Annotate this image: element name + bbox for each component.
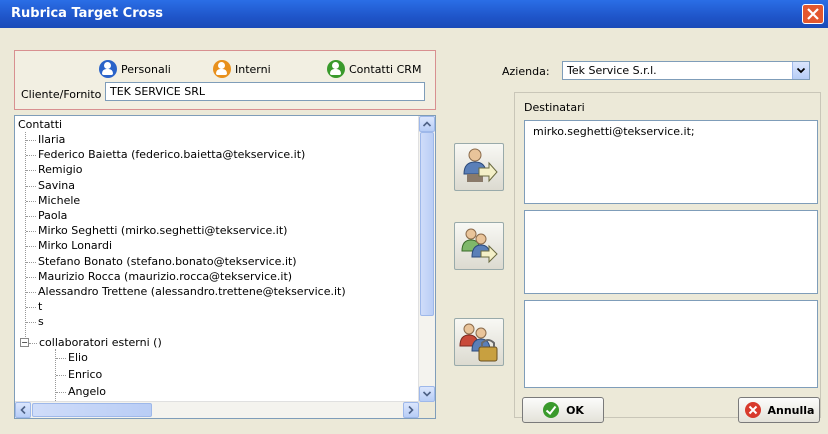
tree-line: [26, 246, 36, 248]
tree-line: [26, 155, 36, 157]
tree-item[interactable]: Remigio: [38, 162, 82, 177]
scroll-corner: [419, 402, 435, 418]
cancel-label: Annulla: [767, 403, 815, 417]
scroll-down-button[interactable]: [419, 386, 435, 402]
tree-line: [26, 200, 36, 202]
people-lock-icon: [459, 323, 498, 362]
vertical-scrollbar[interactable]: [418, 116, 435, 402]
person-icon: [213, 60, 231, 78]
tree-root[interactable]: Contatti: [18, 117, 62, 132]
tree-item[interactable]: Michele: [38, 193, 80, 208]
contacts-tree[interactable]: Contatti Ilaria Federico Baietta (federic…: [14, 115, 436, 419]
tree-line: [56, 358, 66, 359]
person-icon: [327, 60, 345, 78]
cancel-button[interactable]: Annulla: [738, 397, 820, 423]
tree-child-item[interactable]: Elio: [68, 350, 88, 365]
tree-line: [56, 392, 66, 393]
tree-line: [26, 185, 36, 187]
horizontal-scrollbar[interactable]: [15, 401, 419, 418]
ok-button[interactable]: OK: [522, 397, 604, 423]
azienda-label: Azienda:: [502, 65, 550, 78]
tree-line: [26, 231, 36, 233]
recipients-label: Destinatari: [524, 101, 585, 114]
ok-label: OK: [566, 403, 584, 417]
chevron-left-icon: [20, 405, 26, 415]
tab-contatti-crm[interactable]: Contatti CRM: [327, 60, 421, 78]
tree-item[interactable]: Mirko Lonardi: [38, 238, 112, 253]
tree-line: [26, 261, 36, 263]
chevron-down-icon: [422, 391, 432, 397]
dropdown-button[interactable]: [792, 62, 809, 79]
tab-interni[interactable]: Interni: [213, 60, 271, 78]
chevron-up-icon: [422, 121, 432, 127]
title-bar: Rubrica Target Cross: [0, 0, 828, 28]
hscroll-thumb[interactable]: [32, 403, 152, 417]
tree-item[interactable]: Ilaria: [38, 132, 65, 147]
add-to-button[interactable]: [454, 143, 504, 191]
tab-label: Interni: [235, 62, 271, 76]
scroll-right-button[interactable]: [403, 402, 419, 418]
tab-personali[interactable]: Personali: [99, 60, 171, 78]
cc-recipients-box[interactable]: [524, 210, 818, 294]
chevron-right-icon: [408, 405, 414, 415]
cancel-icon: [744, 402, 761, 418]
tree-line: [26, 292, 36, 293]
tree-item[interactable]: Federico Baietta (federico.baietta@tekse…: [38, 147, 305, 162]
tree-line: [56, 375, 66, 376]
tree-line: [26, 276, 36, 278]
tree-item[interactable]: t: [38, 299, 42, 314]
tree-item[interactable]: Maurizio Rocca (maurizio.rocca@tekservic…: [38, 269, 292, 284]
tree-child-item[interactable]: Angelo: [68, 384, 106, 399]
tree-item[interactable]: Paola: [38, 208, 67, 223]
tab-label: Personali: [121, 62, 171, 76]
azienda-select[interactable]: Tek Service S.r.l.: [562, 61, 810, 80]
person-arrow-icon: [463, 148, 498, 183]
tree-item[interactable]: Savina: [38, 178, 75, 193]
to-recipients-box[interactable]: mirko.seghetti@tekservice.it;: [524, 120, 818, 204]
chevron-down-icon: [796, 67, 806, 74]
tree-line: [26, 140, 36, 141]
close-button[interactable]: [802, 4, 824, 24]
client-label: Cliente/Fornito: [21, 88, 102, 101]
tree-group[interactable]: collaboratori esterni (): [39, 335, 162, 350]
scroll-left-button[interactable]: [15, 402, 31, 418]
tree-item[interactable]: s: [38, 314, 44, 329]
tree-line: [26, 322, 36, 324]
scroll-up-button[interactable]: [419, 116, 435, 132]
dialog-body: Personali Interni Contatti CRM Cliente/F…: [0, 28, 828, 434]
window-title: Rubrica Target Cross: [11, 6, 164, 21]
scroll-thumb[interactable]: [420, 132, 434, 316]
collapse-toggle[interactable]: −: [20, 338, 29, 347]
tree-line: [26, 170, 36, 172]
azienda-value: Tek Service S.r.l.: [567, 64, 657, 77]
bcc-recipients-box[interactable]: [524, 300, 818, 388]
tree-item[interactable]: Stefano Bonato (stefano.bonato@tekservic…: [38, 254, 297, 269]
tree-line: [25, 132, 26, 345]
tree-line: [26, 216, 36, 217]
person-icon: [99, 60, 117, 78]
add-cc-button[interactable]: [454, 222, 504, 270]
close-icon: [807, 8, 819, 20]
checkmark-icon: [543, 402, 560, 418]
tree-line: [26, 307, 36, 309]
tree-child-item[interactable]: Enrico: [68, 367, 102, 382]
people-arrow-icon: [461, 228, 498, 264]
tree-line: [29, 343, 37, 344]
tab-label: Contatti CRM: [349, 62, 422, 76]
tree-item[interactable]: Mirko Seghetti (mirko.seghetti@tekservic…: [38, 223, 287, 238]
source-panel: Personali Interni Contatti CRM Cliente/F…: [14, 50, 436, 110]
tree-item[interactable]: Alessandro Trettene (alessandro.trettene…: [38, 284, 346, 299]
client-field[interactable]: TEK SERVICE SRL: [105, 82, 425, 101]
add-bcc-button[interactable]: [454, 318, 504, 366]
